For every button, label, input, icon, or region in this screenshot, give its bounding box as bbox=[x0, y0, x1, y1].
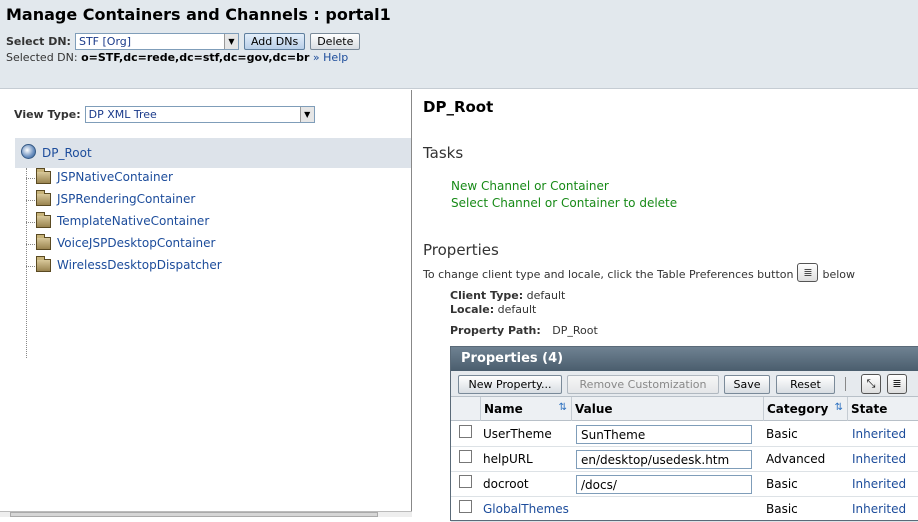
page-header: Manage Containers and Channels : portal1… bbox=[0, 0, 918, 89]
table-preferences-icon[interactable]: ≣ bbox=[887, 374, 907, 394]
properties-description: To change client type and locale, click … bbox=[423, 263, 856, 284]
property-category: Basic bbox=[766, 427, 798, 441]
view-type-label: View Type: bbox=[14, 108, 81, 121]
container-folder-icon bbox=[36, 168, 51, 184]
property-category: Basic bbox=[766, 502, 798, 516]
new-channel-link[interactable]: New Channel or Container bbox=[451, 179, 609, 193]
property-value-input[interactable] bbox=[576, 450, 752, 469]
detail-title: DP_Root bbox=[423, 98, 494, 116]
sort-icon[interactable]: ⇅ bbox=[559, 402, 567, 413]
column-header-value[interactable]: Value bbox=[571, 397, 763, 421]
properties-table-title: Properties (4) bbox=[451, 347, 918, 371]
tasks-heading: Tasks bbox=[423, 144, 464, 162]
tree-root-node[interactable]: DP_Root bbox=[15, 138, 411, 168]
tree-panel: View Type: DP XML Tree ▼ DP_Root JSPNati… bbox=[0, 90, 412, 517]
table-row: GlobalThemes Basic Inherited bbox=[451, 497, 918, 522]
table-toolbar: New Property... Remove Customization Sav… bbox=[451, 371, 918, 397]
tree-item-label[interactable]: JSPNativeContainer bbox=[57, 170, 173, 184]
remove-customization-button[interactable]: Remove Customization bbox=[567, 375, 719, 394]
new-property-button[interactable]: New Property... bbox=[458, 375, 562, 394]
delete-channel-link[interactable]: Select Channel or Container to delete bbox=[451, 196, 677, 210]
globe-icon bbox=[21, 144, 36, 159]
tree-item-label[interactable]: WirelessDesktopDispatcher bbox=[57, 258, 222, 272]
help-link[interactable]: » Help bbox=[313, 51, 348, 64]
property-state-link[interactable]: Inherited bbox=[852, 477, 906, 491]
client-type-value: default bbox=[526, 289, 566, 302]
container-folder-icon bbox=[36, 212, 51, 228]
delete-dn-button[interactable]: Delete bbox=[310, 33, 361, 50]
property-name: helpURL bbox=[483, 452, 533, 466]
tree-item-templatenativecontainer[interactable]: TemplateNativeContainer bbox=[26, 212, 326, 232]
scrollbar-thumb[interactable] bbox=[10, 512, 378, 517]
row-checkbox[interactable] bbox=[459, 450, 472, 463]
view-type-row: View Type: DP XML Tree ▼ bbox=[14, 106, 315, 123]
column-header-category[interactable]: Category ⇅ bbox=[763, 397, 847, 421]
sort-icon[interactable]: ⇅ bbox=[835, 402, 843, 413]
tree-item-jspnativecontainer[interactable]: JSPNativeContainer bbox=[26, 168, 326, 188]
tree-root-label[interactable]: DP_Root bbox=[42, 146, 92, 160]
add-dns-button[interactable]: Add DNs bbox=[243, 33, 306, 50]
detail-panel: DP_Root Tasks New Channel or Container S… bbox=[413, 90, 918, 522]
locale-label: Locale: bbox=[450, 303, 495, 316]
tree-item-label[interactable]: TemplateNativeContainer bbox=[57, 214, 209, 228]
selected-dn-value: o=STF,dc=rede,dc=stf,dc=gov,dc=br bbox=[81, 51, 310, 64]
property-value-input[interactable] bbox=[576, 425, 752, 444]
select-column-header bbox=[451, 397, 480, 421]
container-folder-icon bbox=[36, 234, 51, 250]
table-row: UserTheme Basic Inherited bbox=[451, 422, 918, 447]
tree-item-label[interactable]: VoiceJSPDesktopContainer bbox=[57, 236, 215, 250]
table-preferences-icon[interactable]: ≣ bbox=[797, 263, 819, 282]
column-header-state[interactable]: State ⇅ bbox=[847, 397, 918, 421]
table-header: Name ⇅ Value Category ⇅ State ⇅ bbox=[451, 397, 918, 421]
reset-button[interactable]: Reset bbox=[776, 375, 835, 394]
table-row: docroot Basic Inherited bbox=[451, 472, 918, 497]
property-name: UserTheme bbox=[483, 427, 552, 441]
client-type-label: Client Type: bbox=[450, 289, 524, 302]
chevron-down-icon: ▼ bbox=[299, 107, 314, 122]
view-type-value: DP XML Tree bbox=[88, 108, 157, 121]
properties-heading: Properties bbox=[423, 241, 499, 259]
property-category: Advanced bbox=[766, 452, 826, 466]
container-folder-icon bbox=[36, 256, 51, 272]
tree-item-jsprenderingcontainer[interactable]: JSPRenderingContainer bbox=[26, 190, 326, 210]
select-dn-label: Select DN: bbox=[6, 35, 71, 48]
page-title: Manage Containers and Channels : portal1 bbox=[6, 5, 391, 24]
properties-table: Properties (4) New Property... Remove Cu… bbox=[450, 346, 918, 522]
property-state-link[interactable]: Inherited bbox=[852, 502, 906, 516]
description-text: To change client type and locale, click … bbox=[423, 268, 794, 281]
row-checkbox[interactable] bbox=[459, 475, 472, 488]
chevron-down-icon: ▼ bbox=[223, 34, 238, 49]
view-type-dropdown[interactable]: DP XML Tree ▼ bbox=[84, 106, 315, 123]
property-state-link[interactable]: Inherited bbox=[852, 427, 906, 441]
locale: Locale: default bbox=[450, 303, 536, 316]
table-row: helpURL Advanced Inherited bbox=[451, 447, 918, 472]
select-dn-dropdown[interactable]: STF [Org] ▼ bbox=[74, 33, 239, 50]
description-suffix: below bbox=[822, 268, 856, 281]
property-state-link[interactable]: Inherited bbox=[852, 452, 906, 466]
property-name: docroot bbox=[483, 477, 529, 491]
container-folder-icon bbox=[36, 190, 51, 206]
property-value-input[interactable] bbox=[576, 475, 752, 494]
property-category: Basic bbox=[766, 477, 798, 491]
property-name-link[interactable]: GlobalThemes bbox=[483, 502, 569, 516]
row-checkbox[interactable] bbox=[459, 425, 472, 438]
horizontal-scrollbar[interactable] bbox=[0, 511, 412, 517]
tree-item-label[interactable]: JSPRenderingContainer bbox=[57, 192, 195, 206]
property-path-value: DP_Root bbox=[552, 324, 598, 337]
property-path: Property Path: DP_Root bbox=[450, 324, 598, 337]
client-type: Client Type: default bbox=[450, 289, 565, 302]
property-path-label: Property Path: bbox=[450, 324, 541, 337]
column-header-name[interactable]: Name ⇅ bbox=[480, 397, 571, 421]
save-button[interactable]: Save bbox=[724, 375, 770, 394]
locale-value: default bbox=[497, 303, 537, 316]
selected-dn: Selected DN: o=STF,dc=rede,dc=stf,dc=gov… bbox=[6, 51, 348, 64]
tree-item-voicejspdesktopcontainer[interactable]: VoiceJSPDesktopContainer bbox=[26, 234, 326, 254]
select-dn-value: STF [Org] bbox=[78, 35, 132, 48]
select-dn-row: Select DN: STF [Org] ▼ Add DNs Delete bbox=[6, 33, 361, 50]
tree-item-wirelessdesktopdispatcher[interactable]: WirelessDesktopDispatcher bbox=[26, 256, 326, 276]
row-checkbox[interactable] bbox=[459, 500, 472, 513]
show-hide-selection-icon[interactable]: ⤡ bbox=[861, 374, 881, 394]
selected-dn-label: Selected DN: bbox=[6, 51, 78, 64]
